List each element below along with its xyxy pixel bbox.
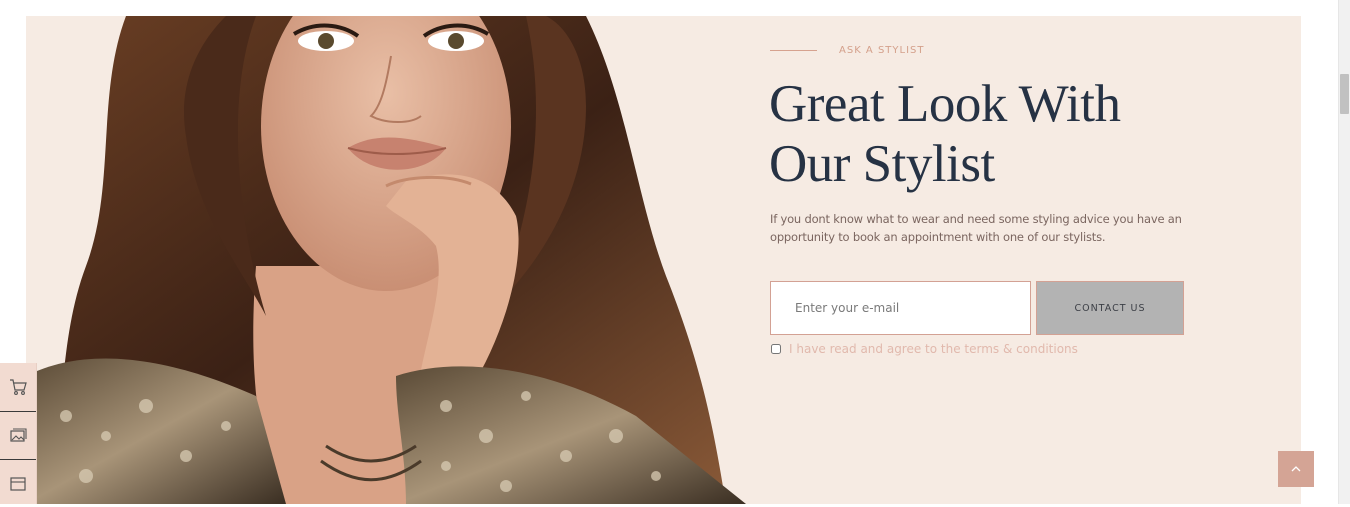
heading-line-1: Great Look With	[769, 75, 1121, 133]
scrollbar-thumb[interactable]	[1340, 74, 1349, 114]
email-field[interactable]	[770, 281, 1031, 335]
stylist-hero-section: ASK A STYLIST Great Look With Our Stylis…	[26, 16, 1301, 504]
gallery-button[interactable]	[0, 412, 36, 459]
eyebrow-text: ASK A STYLIST	[839, 45, 925, 56]
gallery-icon	[10, 427, 27, 442]
side-toolbar	[0, 363, 37, 504]
terms-label: I have read and agree to the terms & con…	[789, 342, 1078, 356]
eyebrow-line	[770, 50, 817, 51]
back-to-top-button[interactable]	[1278, 451, 1314, 487]
contact-us-button[interactable]: CONTACT US	[1036, 281, 1184, 335]
page-scrollbar[interactable]	[1338, 0, 1350, 504]
terms-checkbox[interactable]	[771, 344, 781, 354]
browser-window-icon	[10, 476, 26, 491]
section-heading: Great Look With Our Stylist	[769, 74, 1249, 194]
cart-icon	[10, 378, 27, 395]
chevron-up-icon	[1291, 466, 1301, 472]
cart-button[interactable]	[0, 363, 36, 410]
terms-agreement[interactable]: I have read and agree to the terms & con…	[771, 342, 1078, 356]
browser-window-button[interactable]	[0, 460, 36, 507]
eyebrow: ASK A STYLIST	[770, 45, 925, 56]
heading-line-2: Our Stylist	[769, 135, 995, 193]
model-photo	[26, 16, 746, 504]
section-description: If you dont know what to wear and need s…	[770, 212, 1182, 244]
